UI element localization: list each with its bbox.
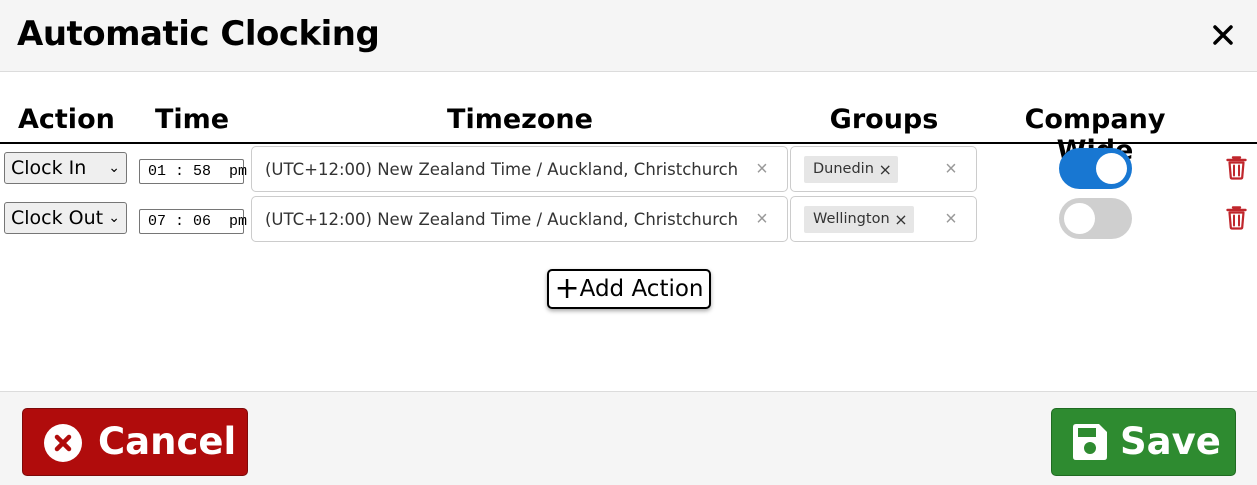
timezone-select[interactable]: (UTC+12:00) New Zealand Time / Auckland,…	[251, 146, 788, 192]
add-action-label: Add Action	[579, 276, 704, 302]
group-chip: Wellington ×	[804, 206, 914, 233]
group-chip-label: Dunedin	[813, 161, 874, 177]
toggle-knob	[1096, 153, 1127, 184]
times-circle-icon	[44, 424, 82, 462]
clear-x-icon[interactable]: ×	[753, 209, 771, 229]
save-button[interactable]: Save	[1051, 408, 1236, 476]
trash-icon[interactable]	[1226, 205, 1247, 230]
trash-icon[interactable]	[1226, 155, 1247, 180]
save-label: Save	[1120, 420, 1221, 463]
timezone-select[interactable]: (UTC+12:00) New Zealand Time / Auckland,…	[251, 196, 788, 242]
table-row: Clock Out ⌄ 07 : 06 pm (UTC+12:00) New Z…	[0, 194, 1257, 242]
chip-remove-icon[interactable]: ×	[878, 156, 891, 183]
header-timezone: Timezone	[447, 104, 593, 135]
header-time: Time	[154, 104, 230, 135]
toggle-knob	[1064, 203, 1095, 234]
time-input[interactable]: 07 : 06 pm	[139, 209, 247, 234]
cancel-label: Cancel	[98, 420, 237, 463]
dialog-title: Automatic Clocking	[17, 14, 380, 54]
header-action: Action	[18, 104, 115, 135]
cancel-button[interactable]: Cancel	[22, 408, 248, 476]
clear-x-icon[interactable]: ×	[942, 159, 960, 179]
chip-remove-icon[interactable]: ×	[894, 206, 907, 233]
clear-x-icon[interactable]: ×	[942, 209, 960, 229]
action-select[interactable]: Clock In ⌄	[4, 152, 127, 184]
add-action-button[interactable]: +Add Action	[547, 269, 711, 309]
table-header: Action Time Timezone Groups Company Wide	[0, 104, 1257, 166]
plus-icon: +	[554, 271, 580, 306]
dialog-header: Automatic Clocking	[0, 0, 1257, 72]
chevron-down-icon: ⌄	[108, 160, 120, 176]
groups-select[interactable]: Dunedin × ×	[790, 146, 977, 192]
company-wide-toggle[interactable]	[1059, 148, 1132, 189]
action-select[interactable]: Clock Out ⌄	[4, 202, 127, 234]
group-chip: Dunedin ×	[804, 156, 898, 183]
close-icon[interactable]	[1208, 20, 1238, 50]
floppy-disk-icon	[1073, 424, 1107, 460]
timezone-value: (UTC+12:00) New Zealand Time / Auckland,…	[265, 160, 739, 179]
chevron-down-icon: ⌄	[108, 210, 120, 226]
dialog-footer: Cancel Save	[0, 391, 1257, 485]
timezone-value: (UTC+12:00) New Zealand Time / Auckland,…	[265, 210, 739, 229]
clear-x-icon[interactable]: ×	[753, 159, 771, 179]
company-wide-toggle[interactable]	[1059, 198, 1132, 239]
header-groups: Groups	[829, 104, 939, 135]
group-chip-label: Wellington	[813, 211, 890, 227]
time-input[interactable]: 01 : 58 pm	[139, 159, 247, 184]
action-select-value: Clock Out	[11, 207, 104, 229]
groups-select[interactable]: Wellington × ×	[790, 196, 977, 242]
action-select-value: Clock In	[11, 157, 87, 179]
table-row: Clock In ⌄ 01 : 58 pm (UTC+12:00) New Ze…	[0, 144, 1257, 192]
